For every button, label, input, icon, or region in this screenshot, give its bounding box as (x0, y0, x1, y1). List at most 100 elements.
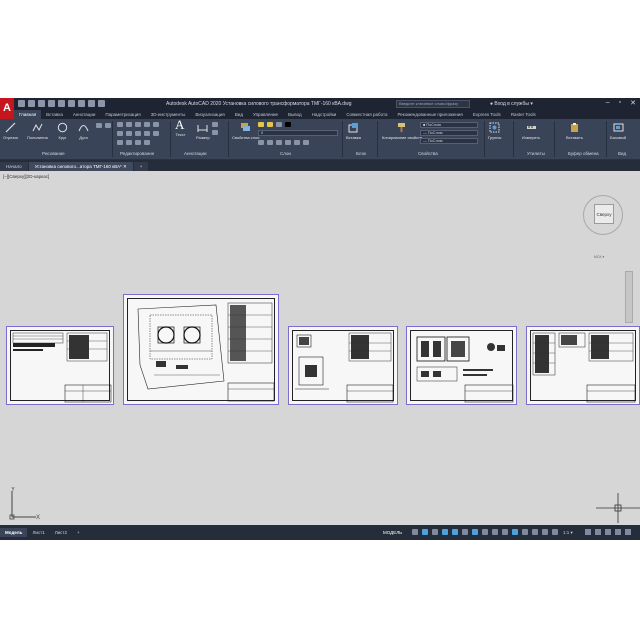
add-layout-button[interactable]: + (72, 528, 85, 537)
explode-icon[interactable] (144, 131, 150, 136)
tab-start[interactable]: Начало (0, 162, 28, 171)
new-tab-button[interactable]: + (133, 162, 149, 171)
isolate-objects-icon[interactable] (605, 529, 611, 535)
lock-icon[interactable] (276, 122, 282, 127)
scale-icon[interactable] (126, 140, 132, 145)
minimize-icon[interactable]: – (606, 99, 610, 107)
dynamic-ucs-icon[interactable] (512, 529, 518, 535)
table-icon[interactable] (212, 130, 218, 135)
close-tab-icon[interactable]: ✕ (123, 164, 127, 169)
maximize-icon[interactable]: ▫ (619, 99, 621, 107)
groups-button[interactable]: Группы (488, 122, 501, 140)
circle-button[interactable]: Круг (57, 122, 68, 140)
wcs-menu[interactable]: МСК ▾ (594, 255, 604, 259)
tab-home[interactable]: Главная (14, 110, 42, 119)
move-icon[interactable] (117, 122, 123, 127)
trim-icon[interactable] (135, 122, 141, 127)
color-dropdown[interactable]: ■ ПоСлою (420, 122, 478, 128)
tab-view[interactable]: Вид (230, 110, 248, 119)
measure-button[interactable]: Измерить (522, 122, 540, 140)
layer-properties-button[interactable]: Свойства слоя (232, 122, 259, 140)
array-icon[interactable] (153, 131, 159, 136)
layer-tool-icon[interactable] (285, 140, 291, 145)
arc-button[interactable]: Дуга (78, 122, 89, 140)
tab-layout1[interactable]: Лист1 (27, 528, 49, 537)
hatch-icon[interactable] (105, 123, 111, 128)
lineweight-icon[interactable] (472, 529, 478, 535)
viewport-controls[interactable]: [–][Сверху][2D-каркас] (3, 174, 49, 179)
selection-filter-icon[interactable] (522, 529, 528, 535)
snap-icon[interactable] (422, 529, 428, 535)
save-as-icon[interactable] (48, 100, 55, 107)
drawing-sheet[interactable] (288, 326, 398, 405)
drawing-area[interactable]: [–][Сверху][2D-каркас] Сверху МСК ▾ Y X (0, 171, 640, 525)
save-icon[interactable] (38, 100, 45, 107)
grid-icon[interactable] (412, 529, 418, 535)
3d-osnap-icon[interactable] (502, 529, 508, 535)
layer-tool-icon[interactable] (303, 140, 309, 145)
clean-screen-icon[interactable] (615, 529, 621, 535)
lineweight-dropdown[interactable]: — ПоСлою (420, 138, 478, 144)
redo-icon[interactable] (88, 100, 95, 107)
tab-collaborate[interactable]: Совместная работа (341, 110, 392, 119)
array-rect-icon[interactable] (135, 140, 141, 145)
base-view-button[interactable]: Базовый (610, 122, 626, 140)
ortho-icon[interactable] (432, 529, 438, 535)
tab-parametric[interactable]: Параметризация (100, 110, 145, 119)
insert-block-button[interactable]: Вставка (346, 122, 361, 140)
layer-tool-icon[interactable] (294, 140, 300, 145)
tab-visualize[interactable]: Визуализация (190, 110, 229, 119)
line-button[interactable]: Отрезок (3, 122, 18, 140)
tab-addins[interactable]: Надстройки (307, 110, 342, 119)
stretch-icon[interactable] (117, 140, 123, 145)
workspace-icon[interactable] (585, 529, 591, 535)
polar-tracking-icon[interactable] (442, 529, 448, 535)
lightbulb-icon[interactable] (258, 122, 264, 127)
erase-icon[interactable] (144, 122, 150, 127)
selection-cycling-icon[interactable] (492, 529, 498, 535)
tab-output[interactable]: Вывод (283, 110, 307, 119)
tab-layout2[interactable]: Лист2 (50, 528, 72, 537)
color-swatch-icon[interactable] (285, 122, 291, 127)
leader-icon[interactable] (212, 122, 218, 127)
rectangle-icon[interactable] (96, 123, 102, 128)
layer-tool-icon[interactable] (276, 140, 282, 145)
annotation-visibility-icon[interactable] (542, 529, 548, 535)
drawing-sheet[interactable] (406, 326, 517, 405)
object-tracking-icon[interactable] (462, 529, 468, 535)
annotation-scale[interactable]: 1:1 ▾ (563, 530, 573, 536)
dimension-button[interactable]: Размер (196, 122, 210, 140)
auto-scale-icon[interactable] (552, 529, 558, 535)
copy-icon[interactable] (117, 131, 123, 136)
layer-tool-icon[interactable] (258, 140, 264, 145)
viewcube[interactable]: Сверху (583, 195, 623, 235)
close-icon[interactable]: ✕ (630, 99, 636, 107)
drawing-sheet[interactable] (123, 294, 279, 405)
open-file-icon[interactable] (28, 100, 35, 107)
fillet-icon[interactable] (135, 131, 141, 136)
sun-icon[interactable] (267, 122, 273, 127)
cloud-open-icon[interactable] (58, 100, 65, 107)
mirror-icon[interactable] (126, 131, 132, 136)
share-icon[interactable] (98, 100, 105, 107)
osnap-icon[interactable] (452, 529, 458, 535)
tab-manage[interactable]: Управление (248, 110, 283, 119)
layer-dropdown[interactable]: 0 (258, 130, 338, 136)
print-icon[interactable] (68, 100, 75, 107)
new-file-icon[interactable] (18, 100, 25, 107)
tab-raster-tools[interactable]: Raster Tools (506, 110, 541, 119)
tab-insert[interactable]: Вставка (41, 110, 68, 119)
signin-button[interactable]: ● Вход в службы ▾ (490, 101, 533, 107)
drawing-sheet[interactable] (526, 326, 640, 405)
tab-express-tools[interactable]: Express Tools (468, 110, 506, 119)
search-input[interactable]: Введите ключевое слово/фразу (396, 100, 470, 108)
rotate-icon[interactable] (126, 122, 132, 127)
tab-featured-apps[interactable]: Рекомендованные приложения (393, 110, 468, 119)
offset-icon[interactable] (153, 122, 159, 127)
navigation-bar[interactable] (625, 271, 633, 323)
customize-icon[interactable] (625, 529, 631, 535)
undo-icon[interactable] (78, 100, 85, 107)
join-icon[interactable] (144, 140, 150, 145)
viewcube-top-face[interactable]: Сверху (594, 204, 614, 224)
match-properties-button[interactable]: Копирование свойств (382, 122, 422, 140)
